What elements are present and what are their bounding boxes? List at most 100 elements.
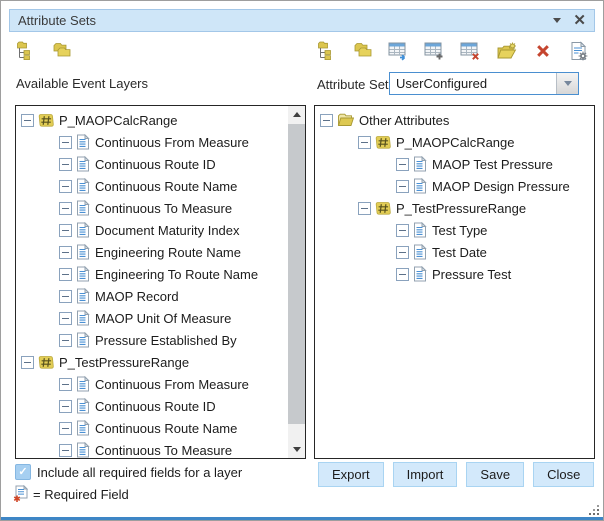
titlebar[interactable]: Attribute Sets ✕ xyxy=(9,9,595,32)
tree-item[interactable]: Other Attributes xyxy=(315,109,594,131)
left-toolbar xyxy=(15,42,73,62)
new-set-folder-icon xyxy=(496,41,518,64)
collapse-folders-button[interactable] xyxy=(51,42,73,62)
table-remove-icon xyxy=(460,41,482,64)
expand-layers-tree-icon xyxy=(317,41,337,64)
tree-item[interactable]: MAOP Record xyxy=(16,285,305,307)
field-icon xyxy=(76,398,90,414)
minus-expander-icon[interactable] xyxy=(59,180,72,193)
tree-item[interactable]: Continuous To Measure xyxy=(16,197,305,219)
minus-expander-icon[interactable] xyxy=(358,136,371,149)
attribute-set-combobox[interactable]: UserConfigured xyxy=(389,72,579,95)
include-required-checkbox[interactable] xyxy=(15,464,31,480)
tree-item-label: Engineering To Route Name xyxy=(94,267,258,282)
minus-expander-icon[interactable] xyxy=(59,224,72,237)
field-icon xyxy=(413,266,427,282)
export-button[interactable]: Export xyxy=(318,462,384,487)
tree-item[interactable]: Test Date xyxy=(315,241,594,263)
tree-item[interactable]: Pressure Established By xyxy=(16,329,305,351)
tree-item-label: Test Type xyxy=(431,223,487,238)
minus-expander-icon[interactable] xyxy=(59,422,72,435)
dropdown-arrow-icon[interactable] xyxy=(556,73,578,94)
minus-expander-icon[interactable] xyxy=(59,290,72,303)
table-export-icon xyxy=(388,41,410,64)
scroll-down-icon[interactable] xyxy=(288,441,305,458)
field-icon xyxy=(76,134,90,150)
minus-expander-icon[interactable] xyxy=(59,378,72,391)
report-settings-button[interactable] xyxy=(568,42,590,62)
right-tree: Other AttributesP_MAOPCalcRangeMAOP Test… xyxy=(315,106,594,285)
minus-expander-icon[interactable] xyxy=(59,158,72,171)
table-export-button[interactable] xyxy=(388,42,410,62)
tree-item[interactable]: Engineering To Route Name xyxy=(16,263,305,285)
resize-grip-icon[interactable] xyxy=(589,504,600,515)
minus-expander-icon[interactable] xyxy=(358,202,371,215)
tree-item[interactable]: Engineering Route Name xyxy=(16,241,305,263)
delete-red-x-icon xyxy=(535,43,551,62)
tree-item[interactable]: Continuous Route ID xyxy=(16,153,305,175)
tree-item[interactable]: Continuous From Measure xyxy=(16,131,305,153)
titlebar-buttons: ✕ xyxy=(553,13,586,28)
close-icon[interactable]: ✕ xyxy=(573,13,586,28)
tree-item[interactable]: P_TestPressureRange xyxy=(16,351,305,373)
tree-item[interactable]: Continuous Route Name xyxy=(16,175,305,197)
tree-item[interactable]: Continuous From Measure xyxy=(16,373,305,395)
tree-item[interactable]: P_MAOPCalcRange xyxy=(315,131,594,153)
field-icon xyxy=(76,156,90,172)
expand-layers-tree-button[interactable] xyxy=(15,42,37,62)
tree-item-label: Continuous To Measure xyxy=(94,443,232,458)
new-set-folder-button[interactable] xyxy=(496,42,518,62)
minus-expander-icon[interactable] xyxy=(59,202,72,215)
available-event-layers-label: Available Event Layers xyxy=(16,76,148,91)
expand-layers-tree-button[interactable] xyxy=(316,42,338,62)
collapse-folders-button[interactable] xyxy=(352,42,374,62)
minus-expander-icon[interactable] xyxy=(396,268,409,281)
event-layer-icon xyxy=(38,355,54,370)
tree-item[interactable]: Continuous Route Name xyxy=(16,417,305,439)
minus-expander-icon[interactable] xyxy=(59,268,72,281)
minus-expander-icon[interactable] xyxy=(59,444,72,457)
include-required-fields-row: Include all required fields for a layer xyxy=(15,464,242,480)
minus-expander-icon[interactable] xyxy=(59,334,72,347)
minus-expander-icon[interactable] xyxy=(396,246,409,259)
tree-item[interactable]: Continuous To Measure xyxy=(16,439,305,459)
collapse-dialog-icon[interactable] xyxy=(553,18,561,23)
field-icon xyxy=(413,222,427,238)
tree-item[interactable]: MAOP Test Pressure xyxy=(315,153,594,175)
tree-item[interactable]: Document Maturity Index xyxy=(16,219,305,241)
scroll-up-icon[interactable] xyxy=(288,106,305,123)
tree-item[interactable]: Test Type xyxy=(315,219,594,241)
minus-expander-icon[interactable] xyxy=(59,400,72,413)
field-icon xyxy=(76,376,90,392)
tree-item[interactable]: Pressure Test xyxy=(315,263,594,285)
table-remove-button[interactable] xyxy=(460,42,482,62)
tree-item-label: P_TestPressureRange xyxy=(58,355,189,370)
field-icon xyxy=(76,420,90,436)
tree-item[interactable]: MAOP Design Pressure xyxy=(315,175,594,197)
minus-expander-icon[interactable] xyxy=(396,158,409,171)
close-button[interactable]: Close xyxy=(533,462,594,487)
minus-expander-icon[interactable] xyxy=(21,356,34,369)
dialog-title: Attribute Sets xyxy=(18,13,96,28)
required-field-icon xyxy=(13,485,28,503)
minus-expander-icon[interactable] xyxy=(21,114,34,127)
scrollbar-thumb[interactable] xyxy=(288,124,305,424)
tree-item[interactable]: MAOP Unit Of Measure xyxy=(16,307,305,329)
tree-item-label: Engineering Route Name xyxy=(94,245,241,260)
minus-expander-icon[interactable] xyxy=(320,114,333,127)
import-button[interactable]: Import xyxy=(393,462,458,487)
dialog-buttons: Export Import Save Close xyxy=(318,462,593,487)
tree-item[interactable]: P_MAOPCalcRange xyxy=(16,109,305,131)
save-button[interactable]: Save xyxy=(466,462,524,487)
table-add-button[interactable] xyxy=(424,42,446,62)
report-settings-icon xyxy=(570,41,589,64)
minus-expander-icon[interactable] xyxy=(59,312,72,325)
tree-item[interactable]: Continuous Route ID xyxy=(16,395,305,417)
minus-expander-icon[interactable] xyxy=(59,246,72,259)
left-panel-scrollbar[interactable] xyxy=(288,106,305,458)
minus-expander-icon[interactable] xyxy=(396,180,409,193)
delete-red-x-button[interactable] xyxy=(532,42,554,62)
minus-expander-icon[interactable] xyxy=(59,136,72,149)
minus-expander-icon[interactable] xyxy=(396,224,409,237)
tree-item[interactable]: P_TestPressureRange xyxy=(315,197,594,219)
